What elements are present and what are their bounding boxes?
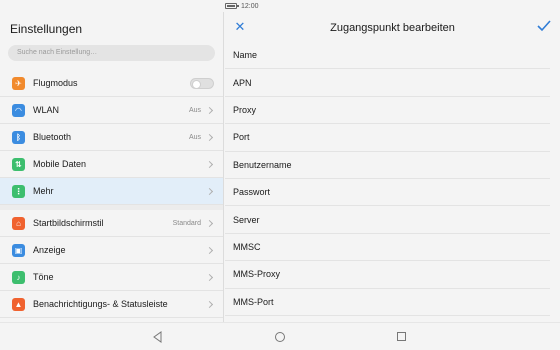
apn-edit-pane: ✕ Zugangspunkt bearbeiten Name APN Proxy…: [225, 12, 560, 322]
settings-item-benachrichtigungen[interactable]: ▲ Benachrichtigungs- & Statusleiste: [0, 291, 223, 318]
chevron-right-icon: [205, 246, 214, 254]
apn-header: ✕ Zugangspunkt bearbeiten: [225, 12, 560, 44]
chevron-right-icon: [205, 160, 214, 168]
settings-item-value: Aus: [188, 106, 201, 114]
settings-item-label: Mehr: [33, 186, 54, 196]
settings-item-toene[interactable]: ♪ Töne: [0, 264, 223, 291]
apn-field-name[interactable]: Name: [225, 42, 550, 70]
apn-field-username[interactable]: Benutzername: [225, 152, 550, 179]
recent-apps-icon[interactable]: [397, 332, 406, 341]
apn-field-server[interactable]: Server: [225, 206, 550, 234]
status-time: 12:00: [241, 2, 259, 10]
settings-item-flugmodus[interactable]: ✈ Flugmodus: [0, 70, 223, 97]
back-icon[interactable]: [152, 331, 164, 343]
apn-field-mms-port[interactable]: MMS-Port: [225, 289, 550, 316]
settings-item-bluetooth[interactable]: ᛒ Bluetooth Aus: [0, 124, 223, 151]
display-icon: ▣: [12, 243, 25, 257]
wifi-icon: ◠: [12, 103, 25, 117]
settings-item-label: Mobile Daten: [33, 159, 87, 169]
sound-icon: ♪: [12, 270, 25, 284]
battery-icon: [225, 3, 239, 9]
status-bar: 12:00: [0, 0, 560, 12]
apn-field-apn[interactable]: APN: [225, 69, 550, 97]
home-icon: ⌂: [12, 216, 25, 230]
bluetooth-icon: ᛒ: [12, 130, 25, 144]
notification-icon: ▲: [12, 297, 25, 311]
settings-item-anzeige[interactable]: ▣ Anzeige: [0, 237, 223, 264]
chevron-right-icon: [205, 187, 214, 195]
status-indicators: 12:00: [225, 0, 560, 12]
airplane-icon: ✈: [12, 76, 25, 90]
navigation-bar: [0, 322, 560, 350]
chevron-right-icon: [205, 106, 214, 114]
settings-item-value: Aus: [188, 133, 201, 141]
check-icon[interactable]: [536, 18, 552, 34]
apn-field-port[interactable]: Port: [225, 124, 550, 152]
settings-item-label: Bluetooth: [33, 132, 72, 142]
apn-field-mms-proxy[interactable]: MMS-Proxy: [225, 261, 550, 289]
settings-item-mehr[interactable]: ⋮ Mehr: [0, 178, 223, 205]
settings-pane: Einstellungen Suche nach Einstellung… ✈ …: [0, 12, 224, 322]
mobile-data-icon: ⇅: [12, 157, 25, 171]
apn-field-password[interactable]: Passwort: [225, 179, 550, 207]
search-input[interactable]: Suche nach Einstellung…: [8, 45, 215, 61]
chevron-right-icon: [205, 133, 214, 141]
settings-item-label: Flugmodus: [33, 78, 78, 88]
settings-menu: ✈ Flugmodus ◠ WLAN Aus ᛒ Bluetooth Aus ⇅…: [0, 70, 223, 318]
settings-item-mobile-daten[interactable]: ⇅ Mobile Daten: [0, 151, 223, 178]
settings-item-wlan[interactable]: ◠ WLAN Aus: [0, 97, 223, 124]
chevron-right-icon: [205, 219, 214, 227]
settings-item-label: Anzeige: [33, 245, 66, 255]
more-icon: ⋮: [12, 184, 25, 198]
settings-title: Einstellungen: [10, 22, 83, 36]
settings-item-label: WLAN: [33, 105, 60, 115]
page-title: Zugangspunkt bearbeiten: [330, 22, 455, 34]
settings-item-label: Startbildschirmstil: [33, 218, 104, 228]
airplane-mode-toggle[interactable]: [190, 77, 214, 89]
apn-field-list: Name APN Proxy Port Benutzername Passwor…: [225, 42, 560, 316]
settings-item-label: Benachrichtigungs- & Statusleiste: [33, 299, 168, 309]
settings-item-label: Töne: [33, 272, 54, 282]
chevron-right-icon: [205, 273, 214, 281]
apn-field-proxy[interactable]: Proxy: [225, 97, 550, 125]
apn-field-mmsc[interactable]: MMSC: [225, 234, 550, 262]
settings-item-value: Standard: [172, 219, 201, 227]
settings-item-startbildschirmstil[interactable]: ⌂ Startbildschirmstil Standard: [0, 210, 223, 237]
chevron-right-icon: [205, 300, 214, 308]
home-button-icon[interactable]: [275, 332, 285, 342]
